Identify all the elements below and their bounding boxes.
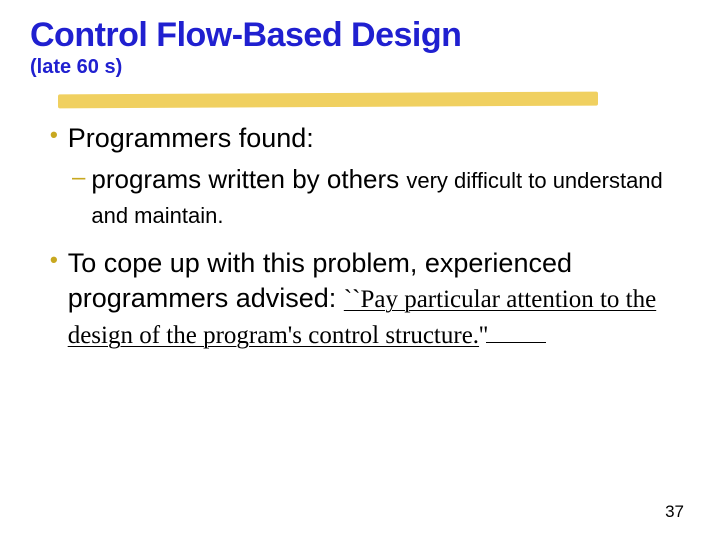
sub-bullet-1: – programs written by others very diffic…	[72, 162, 690, 232]
bullet-1-text: Programmers found:	[68, 121, 314, 156]
content-area: • Programmers found: – programs written …	[30, 121, 690, 352]
sub-bullet-1-text: programs written by others very difficul…	[91, 162, 690, 232]
underline-tail	[486, 342, 546, 343]
bullet-1: • Programmers found:	[50, 121, 690, 156]
slide-title: Control Flow-Based Design	[30, 18, 690, 54]
slide-subtitle: (late 60 s)	[30, 56, 690, 79]
slide: Control Flow-Based Design (late 60 s) • …	[0, 0, 720, 540]
page-number: 37	[665, 502, 684, 522]
dash-icon: –	[72, 162, 85, 193]
bullet-dot-icon: •	[50, 121, 58, 150]
bullet-2-quote-end: ''	[479, 322, 488, 349]
sub-1-part-a: programs written by others	[91, 164, 406, 194]
bullet-dot-icon: •	[50, 246, 58, 275]
bullet-2: • To cope up with this problem, experien…	[50, 246, 690, 352]
highlight-underline	[30, 93, 690, 115]
bullet-2-text: To cope up with this problem, experience…	[68, 246, 690, 352]
